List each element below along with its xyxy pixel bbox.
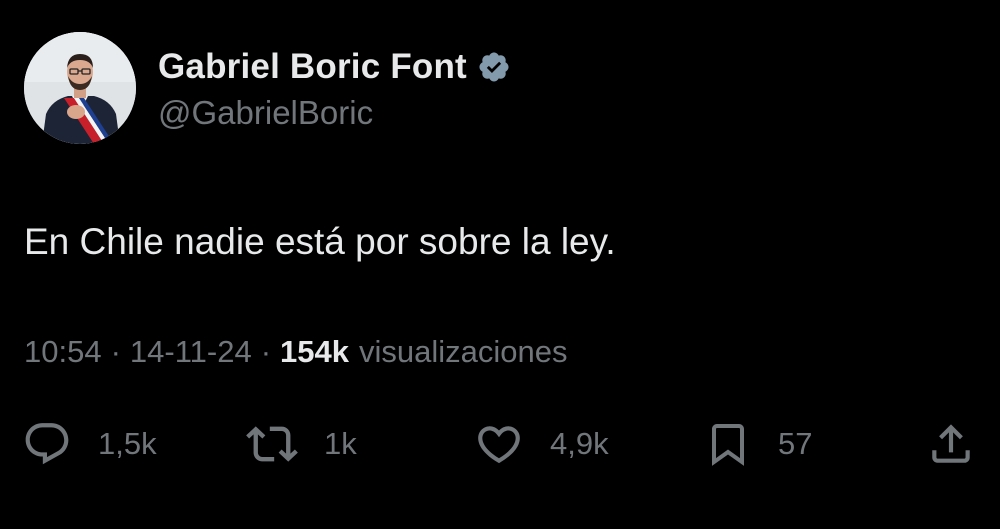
retweet-button[interactable]: 1k [246, 418, 357, 470]
share-button[interactable] [926, 418, 976, 470]
tweet-date[interactable]: 14-11-24 [130, 334, 252, 370]
verified-badge-icon[interactable] [477, 50, 511, 84]
retweet-count: 1k [324, 426, 357, 461]
tweet-header: Gabriel Boric Font @GabrielBoric [158, 44, 511, 132]
meta-separator: · [110, 334, 121, 369]
views-count: 154k [280, 334, 349, 369]
tweet-time[interactable]: 10:54 [24, 334, 102, 370]
author-handle[interactable]: @GabrielBoric [158, 94, 511, 132]
tweet-text: En Chile nadie está por sobre la ley. [24, 221, 616, 262]
like-count: 4,9k [550, 426, 609, 461]
retweet-icon [246, 418, 298, 470]
bookmark-count: 57 [778, 426, 813, 461]
like-button[interactable]: 4,9k [474, 418, 609, 470]
bookmark-icon [704, 419, 752, 469]
tweet-meta: 10:54 · 14-11-24 · 154k visualizaciones [24, 334, 568, 370]
bookmark-button[interactable]: 57 [704, 418, 812, 470]
name-row: Gabriel Boric Font [158, 44, 511, 90]
reply-icon [22, 419, 72, 469]
reply-count: 1,5k [98, 426, 157, 461]
action-bar: 1,5k 1k 4,9k 57 [0, 418, 1000, 474]
author-display-name[interactable]: Gabriel Boric Font [158, 47, 467, 87]
reply-button[interactable]: 1,5k [22, 418, 157, 470]
views-label: visualizaciones [359, 334, 568, 369]
meta-separator: · [260, 334, 272, 369]
avatar[interactable] [24, 32, 136, 144]
tweet: Gabriel Boric Font @GabrielBoric En Chil… [0, 0, 1000, 529]
share-icon [926, 419, 976, 469]
heart-icon [474, 419, 524, 469]
